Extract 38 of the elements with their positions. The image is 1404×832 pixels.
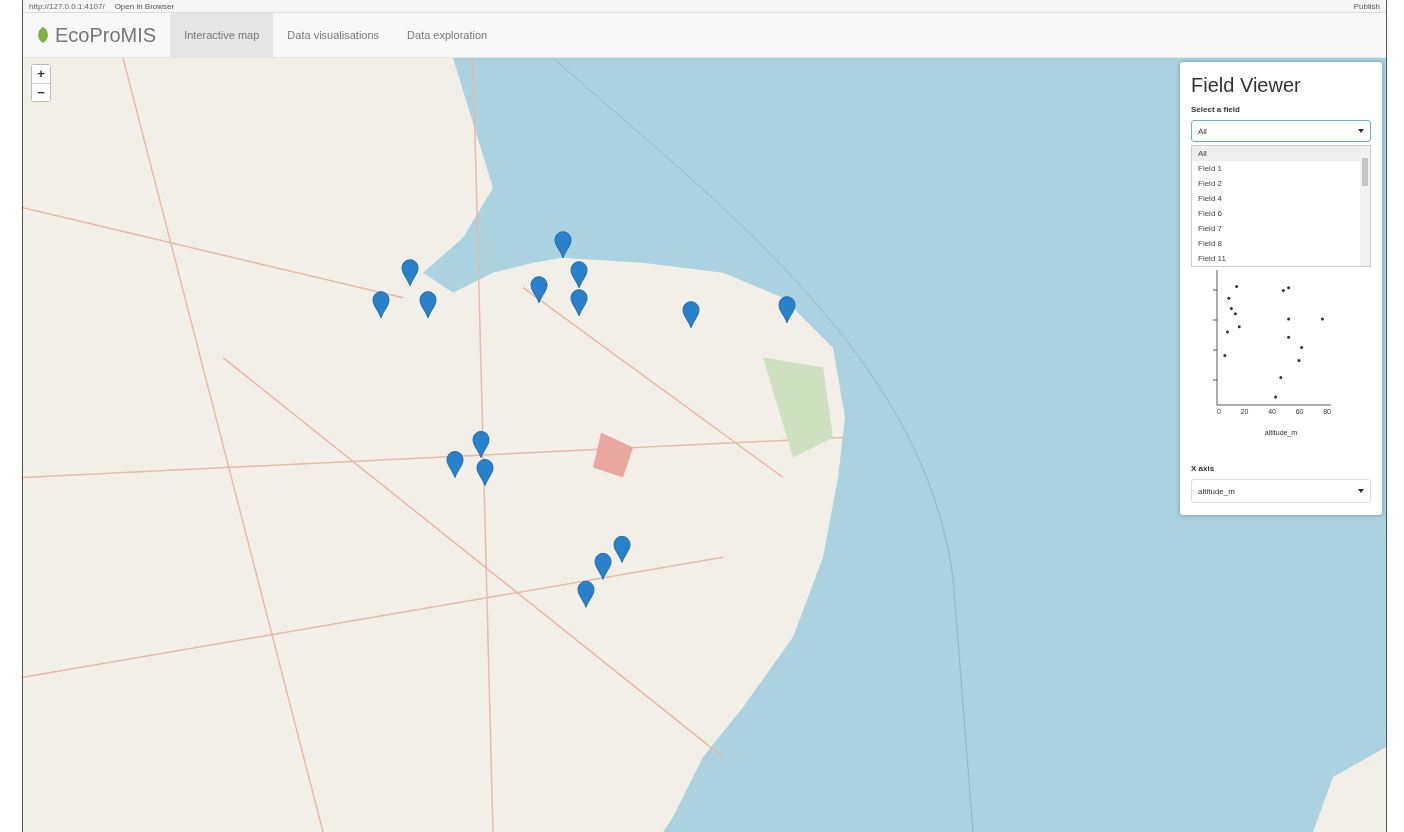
nav-tab[interactable]: Interactive map — [170, 13, 274, 57]
map-marker-icon[interactable] — [682, 301, 700, 329]
field-option[interactable]: Field 2 — [1192, 176, 1360, 191]
x-axis-label: X axis — [1191, 464, 1216, 473]
map-marker-icon[interactable] — [446, 451, 464, 478]
map-marker-icon[interactable] — [570, 261, 588, 289]
field-option[interactable]: Field 11 — [1192, 251, 1360, 266]
field-option[interactable]: Field 8 — [1192, 236, 1360, 251]
map-marker-icon[interactable] — [554, 231, 572, 259]
map-marker-icon[interactable] — [530, 276, 548, 304]
leaf-logo-icon — [35, 26, 51, 44]
nav-tab[interactable]: Data exploration — [393, 13, 502, 57]
field-option[interactable]: All — [1192, 146, 1360, 161]
zoom-out-button[interactable]: − — [32, 83, 50, 101]
map-marker-icon[interactable] — [577, 580, 595, 608]
map-marker-icon[interactable] — [372, 291, 390, 319]
address-text: http://127.0.0.1:4107/ — [29, 1, 105, 11]
map-marker-icon[interactable] — [594, 552, 612, 580]
field-option[interactable]: Field 4 — [1192, 191, 1360, 206]
open-in-browser-button[interactable]: Open in Browser — [114, 1, 175, 11]
publish-button[interactable]: Publish — [1353, 1, 1380, 11]
field-select[interactable]: All — [1191, 120, 1371, 142]
map-marker-icon[interactable] — [570, 289, 588, 317]
map-marker-icon[interactable] — [401, 259, 419, 287]
field-option[interactable]: Field 6 — [1192, 206, 1360, 221]
map-marker-icon[interactable] — [613, 535, 631, 563]
select-label: Select a field — [1191, 105, 1241, 114]
map-marker-icon[interactable] — [476, 459, 494, 486]
map-marker-icon[interactable] — [419, 291, 437, 319]
map-marker-icon[interactable] — [778, 296, 796, 324]
scrollbar-thumb[interactable] — [1362, 158, 1368, 186]
x-axis-select[interactable]: altitude_m — [1191, 479, 1371, 503]
brand-title: EcoProMIS — [55, 23, 157, 47]
field-option[interactable]: Field 1 — [1192, 161, 1360, 176]
panel-title: Field Viewer — [1191, 74, 1302, 97]
nav-tab[interactable]: Data visualisations — [273, 13, 394, 57]
field-option[interactable]: Field 7 — [1192, 221, 1360, 236]
map-marker-icon[interactable] — [472, 431, 490, 458]
